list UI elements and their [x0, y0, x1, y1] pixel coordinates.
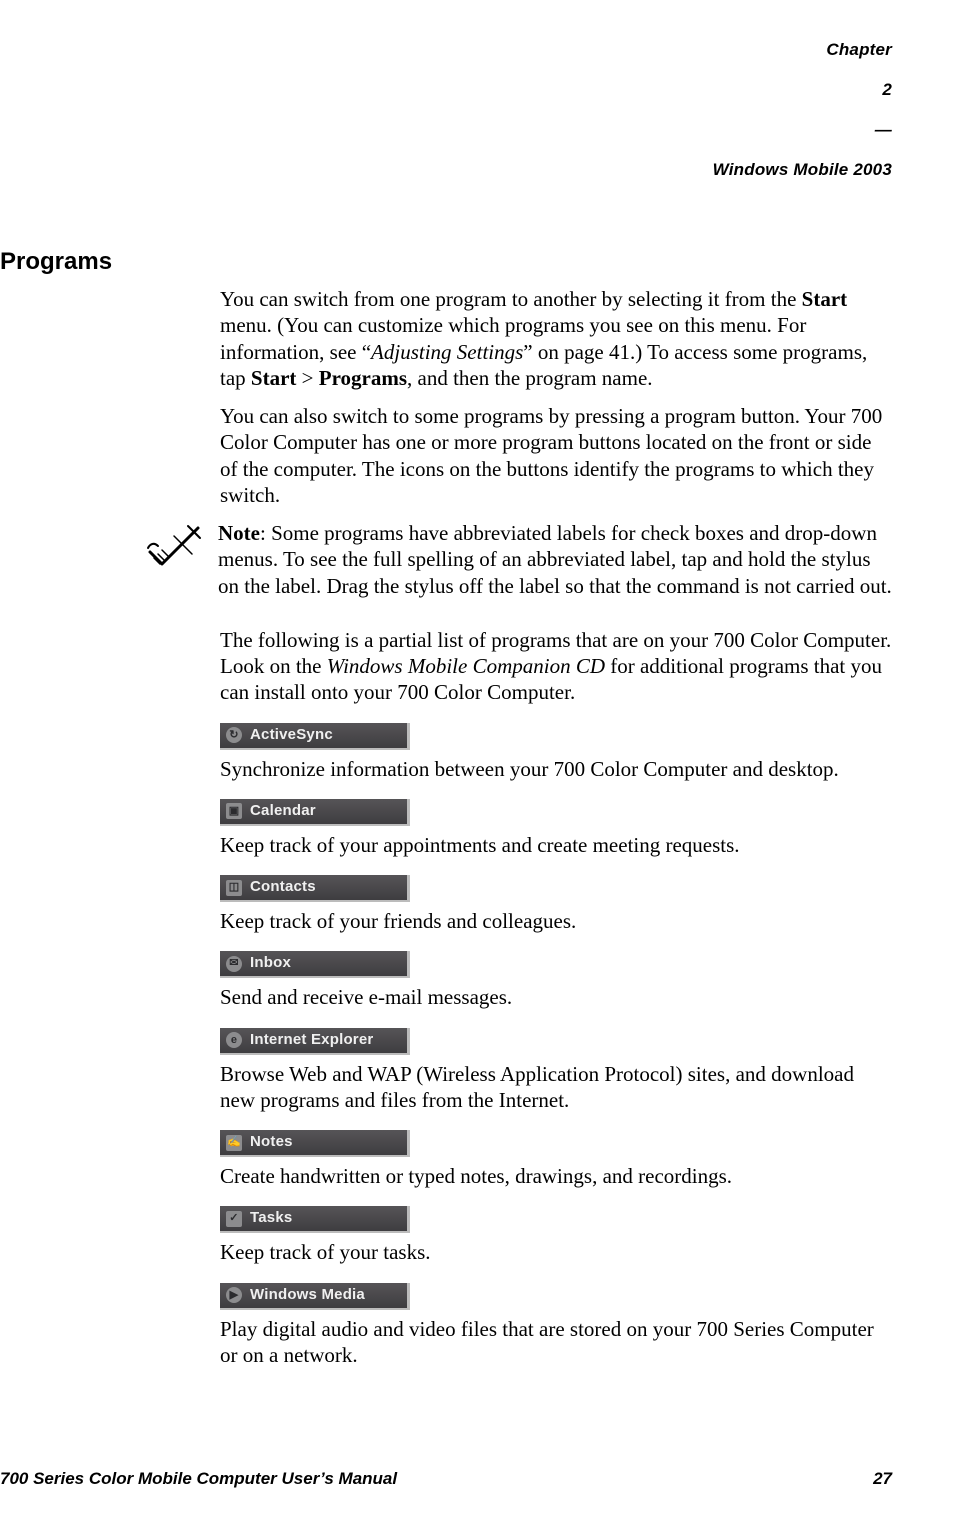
- footer-manual-title: 700 Series Color Mobile Computer User’s …: [0, 1469, 397, 1489]
- program-description: Keep track of your appointments and crea…: [220, 832, 892, 858]
- program-calendar: ▣ Calendar Keep track of your appointmen…: [220, 794, 892, 858]
- program-description: Keep track of your tasks.: [220, 1239, 892, 1265]
- program-label: Contacts: [250, 878, 316, 897]
- section-heading: Programs: [0, 248, 892, 276]
- program-label: Windows Media: [250, 1286, 365, 1305]
- activesync-icon: ↻: [226, 727, 242, 743]
- page-footer: 700 Series Color Mobile Computer User’s …: [0, 1469, 892, 1489]
- intro-paragraph-1: You can switch from one program to anoth…: [220, 286, 892, 391]
- program-internet-explorer: e Internet Explorer Browse Web and WAP (…: [220, 1023, 892, 1114]
- note-label: Note: [218, 521, 260, 545]
- internet-explorer-icon: e: [226, 1032, 242, 1048]
- companion-cd-ref: Windows Mobile Companion CD: [327, 654, 605, 678]
- program-bar: ◫ Contacts: [220, 875, 410, 902]
- program-bar: ↻ ActiveSync: [220, 723, 410, 750]
- program-inbox: ✉ Inbox Send and receive e-mail messages…: [220, 946, 892, 1010]
- program-bar: ✓ Tasks: [220, 1206, 410, 1233]
- program-contacts: ◫ Contacts Keep track of your friends an…: [220, 870, 892, 934]
- note-text: Note: Some programs have abbreviated lab…: [218, 520, 892, 599]
- adjusting-settings-ref: Adjusting Settings: [371, 340, 523, 364]
- program-label: Internet Explorer: [250, 1031, 373, 1050]
- program-description: Browse Web and WAP (Wireless Application…: [220, 1061, 892, 1114]
- program-description: Synchronize information between your 700…: [220, 756, 892, 782]
- body-column: You can switch from one program to anoth…: [220, 286, 892, 1368]
- notes-icon: ✍: [226, 1135, 242, 1151]
- program-description: Send and receive e-mail messages.: [220, 984, 892, 1010]
- program-label: Tasks: [250, 1209, 292, 1228]
- start-keyword: Start: [802, 287, 848, 311]
- page: Chapter 2 — Windows Mobile 2003 Programs…: [0, 0, 970, 1519]
- program-bar: ▶ Windows Media: [220, 1283, 410, 1310]
- program-description: Create handwritten or typed notes, drawi…: [220, 1163, 892, 1189]
- program-windows-media: ▶ Windows Media Play digital audio and v…: [220, 1278, 892, 1369]
- program-label: ActiveSync: [250, 726, 333, 745]
- calendar-icon: ▣: [226, 803, 242, 819]
- header-chapter-label: Chapter: [826, 40, 892, 59]
- header-title: Windows Mobile 2003: [713, 160, 892, 179]
- program-activesync: ↻ ActiveSync Synchronize information bet…: [220, 718, 892, 782]
- inbox-icon: ✉: [226, 956, 242, 972]
- intro-paragraph-3: The following is a partial list of progr…: [220, 627, 892, 706]
- footer-page-number: 27: [873, 1469, 892, 1489]
- intro-paragraph-2: You can also switch to some programs by …: [220, 403, 892, 508]
- program-bar: ▣ Calendar: [220, 799, 410, 826]
- program-tasks: ✓ Tasks Keep track of your tasks.: [220, 1201, 892, 1265]
- program-label: Inbox: [250, 954, 291, 973]
- running-header: Chapter 2 — Windows Mobile 2003: [0, 20, 892, 200]
- note-icon: [144, 522, 204, 576]
- program-bar: e Internet Explorer: [220, 1028, 410, 1055]
- programs-keyword: Programs: [319, 366, 407, 390]
- start-keyword-2: Start: [251, 366, 297, 390]
- contacts-icon: ◫: [226, 880, 242, 896]
- program-label: Calendar: [250, 802, 316, 821]
- header-chapter-number: 2: [882, 80, 892, 99]
- program-description: Play digital audio and video files that …: [220, 1316, 892, 1369]
- program-description: Keep track of your friends and colleague…: [220, 908, 892, 934]
- program-label: Notes: [250, 1133, 293, 1152]
- program-notes: ✍ Notes Create handwritten or typed note…: [220, 1125, 892, 1189]
- tasks-icon: ✓: [226, 1211, 242, 1227]
- note-block: Note: Some programs have abbreviated lab…: [220, 520, 892, 611]
- program-bar: ✉ Inbox: [220, 951, 410, 978]
- program-bar: ✍ Notes: [220, 1130, 410, 1157]
- header-separator: —: [875, 120, 892, 139]
- windows-media-icon: ▶: [226, 1287, 242, 1303]
